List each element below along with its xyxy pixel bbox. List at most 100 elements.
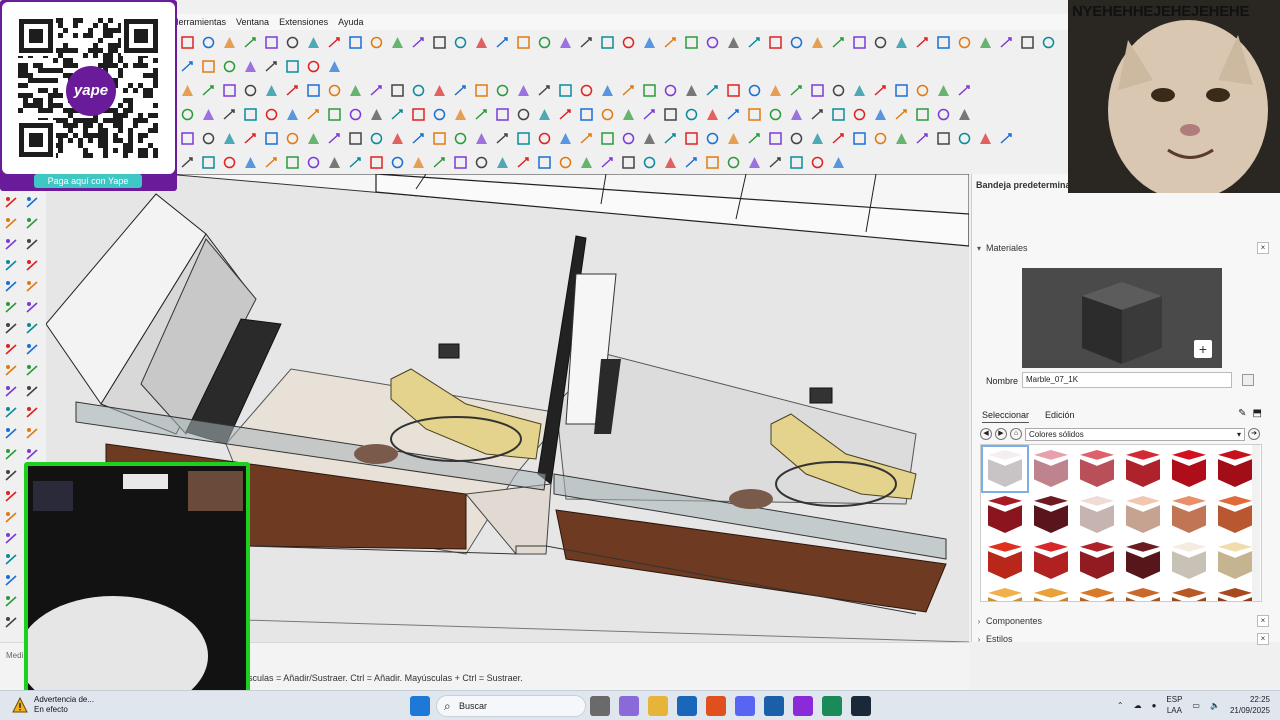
tool-palette-icon[interactable] <box>2 466 21 485</box>
tool-palette-icon[interactable] <box>2 361 21 380</box>
toolbar-tool-icon[interactable] <box>724 81 743 100</box>
toolbar-tool-icon[interactable] <box>871 105 890 124</box>
toolbar-tool-icon[interactable] <box>766 129 785 148</box>
toolbar-tool-icon[interactable] <box>283 57 302 76</box>
toolbar-tool-icon[interactable] <box>535 33 554 52</box>
tool-palette-icon[interactable] <box>23 382 42 401</box>
cloud-icon[interactable]: ☁ <box>1134 701 1142 710</box>
material-swatch[interactable] <box>1121 447 1165 491</box>
toolbar-tool-icon[interactable] <box>787 153 806 172</box>
toolbar-tool-icon[interactable] <box>241 129 260 148</box>
material-swatch[interactable] <box>1029 447 1073 491</box>
toolbar-tool-icon[interactable] <box>220 33 239 52</box>
toolbar-tool-icon[interactable] <box>262 129 281 148</box>
toolbar-tool-icon[interactable] <box>850 129 869 148</box>
material-swatch[interactable] <box>1167 539 1211 583</box>
materials-section-header[interactable]: ▾ Materiales × <box>972 241 1269 255</box>
toolbar-tool-icon[interactable] <box>472 33 491 52</box>
toolbar-tool-icon[interactable] <box>955 33 974 52</box>
toolbar-tool-icon[interactable] <box>745 33 764 52</box>
home-icon[interactable]: ⌂ <box>1010 428 1022 440</box>
toolbar-tool-icon[interactable] <box>619 81 638 100</box>
tool-palette-icon[interactable] <box>2 298 21 317</box>
toolbar-tool-icon[interactable] <box>934 81 953 100</box>
toolbar-tool-icon[interactable] <box>934 105 953 124</box>
toolbar-tool-icon[interactable] <box>724 105 743 124</box>
swatch-scrollbar[interactable] <box>1252 445 1260 601</box>
tool-palette-icon[interactable] <box>2 256 21 275</box>
toolbar-tool-icon[interactable] <box>913 129 932 148</box>
material-swatch[interactable] <box>1213 493 1257 537</box>
toolbar-tool-icon[interactable] <box>220 105 239 124</box>
toolbar-tool-icon[interactable] <box>787 33 806 52</box>
toolbar-tool-icon[interactable] <box>220 129 239 148</box>
taskbar-search[interactable]: Buscar <box>436 695 586 717</box>
eyedropper-icon[interactable]: ✎ <box>1238 408 1246 419</box>
toolbar-tool-icon[interactable] <box>283 129 302 148</box>
toolbar-tool-icon[interactable] <box>493 33 512 52</box>
app-p-icon[interactable] <box>793 696 813 716</box>
material-swatch[interactable] <box>1075 539 1119 583</box>
tool-palette-icon[interactable] <box>2 424 21 443</box>
toolbar-tool-icon[interactable] <box>325 57 344 76</box>
toolbar-tool-icon[interactable] <box>661 81 680 100</box>
toolbar-tool-icon[interactable] <box>409 129 428 148</box>
toolbar-tool-icon[interactable] <box>199 105 218 124</box>
toolbar-tool-icon[interactable] <box>304 153 323 172</box>
tool-palette-icon[interactable] <box>2 319 21 338</box>
toolbar-tool-icon[interactable] <box>199 57 218 76</box>
toolbar-tool-icon[interactable] <box>703 153 722 172</box>
toolbar-tool-icon[interactable] <box>808 129 827 148</box>
toolbar-tool-icon[interactable] <box>304 81 323 100</box>
menu-ayuda[interactable]: Ayuda <box>338 14 363 30</box>
toolbar-tool-icon[interactable] <box>325 105 344 124</box>
toolbar-tool-icon[interactable] <box>409 153 428 172</box>
toolbar-tool-icon[interactable] <box>892 81 911 100</box>
toolbar-tool-icon[interactable] <box>598 129 617 148</box>
toolbar-tool-icon[interactable] <box>703 33 722 52</box>
toolbar-tool-icon[interactable] <box>199 81 218 100</box>
material-swatch[interactable] <box>1075 493 1119 537</box>
toolbar-tool-icon[interactable] <box>640 81 659 100</box>
menu-extensiones[interactable]: Extensiones <box>279 14 328 30</box>
material-swatch[interactable] <box>981 445 1029 493</box>
tool-palette-icon[interactable] <box>2 571 21 590</box>
toolbar-tool-icon[interactable] <box>745 81 764 100</box>
tool-palette-icon[interactable] <box>23 340 42 359</box>
toolbar-tool-icon[interactable] <box>472 81 491 100</box>
toolbar-tool-icon[interactable] <box>703 105 722 124</box>
display-icon[interactable]: ▭ <box>1192 701 1200 710</box>
toolbar-tool-icon[interactable] <box>388 129 407 148</box>
toolbar-tool-icon[interactable] <box>913 81 932 100</box>
toolbar-tool-icon[interactable] <box>556 129 575 148</box>
toolbar-tool-icon[interactable] <box>997 129 1016 148</box>
paint-bucket-icon[interactable]: ⬒ <box>1253 408 1262 419</box>
toolbar-tool-icon[interactable] <box>1018 33 1037 52</box>
library-select[interactable]: Colores sólidos <box>1025 427 1245 441</box>
start-icon[interactable] <box>410 696 430 716</box>
tool-palette-icon[interactable] <box>23 298 42 317</box>
toolbar-tool-icon[interactable] <box>304 33 323 52</box>
tool-palette-icon[interactable] <box>2 550 21 569</box>
toolbar-tool-icon[interactable] <box>577 153 596 172</box>
toolbar-tool-icon[interactable] <box>976 33 995 52</box>
toolbar-tool-icon[interactable] <box>367 81 386 100</box>
toolbar-tool-icon[interactable] <box>178 153 197 172</box>
tool-palette-icon[interactable] <box>2 403 21 422</box>
toolbar-tool-icon[interactable] <box>220 81 239 100</box>
toolbar-tool-icon[interactable] <box>619 33 638 52</box>
material-swatch[interactable] <box>1075 585 1119 601</box>
toolbar-tool-icon[interactable] <box>745 129 764 148</box>
toolbar-tool-icon[interactable] <box>367 33 386 52</box>
toolbar-tool-icon[interactable] <box>472 129 491 148</box>
toolbar-tool-icon[interactable] <box>514 129 533 148</box>
tool-palette-icon[interactable] <box>23 277 42 296</box>
toolbar-tool-icon[interactable] <box>892 33 911 52</box>
toolbar-tool-icon[interactable] <box>535 105 554 124</box>
tab-edit[interactable]: Edición <box>1045 410 1075 423</box>
toolbar-tool-icon[interactable] <box>514 105 533 124</box>
toolbar-tool-icon[interactable] <box>409 81 428 100</box>
close-icon[interactable]: × <box>1257 242 1269 254</box>
tool-palette-icon[interactable] <box>23 256 42 275</box>
tab-select[interactable]: Seleccionar <box>982 410 1030 423</box>
